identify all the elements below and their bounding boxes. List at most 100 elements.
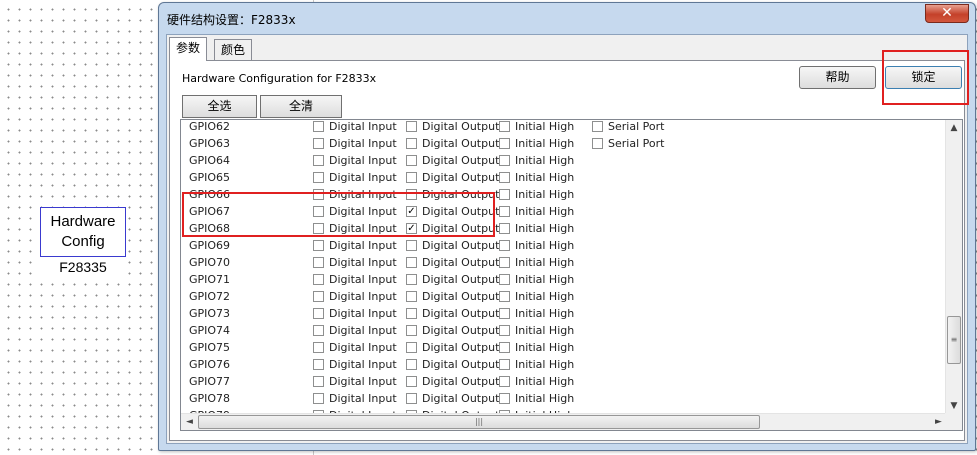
digital-output-label: Digital Output [422, 120, 500, 133]
digital-output-checkbox[interactable] [406, 308, 417, 319]
initial-high-checkbox[interactable] [499, 189, 510, 200]
digital-output-checkbox[interactable] [406, 376, 417, 387]
digital-output-checkbox[interactable] [406, 359, 417, 370]
digital-input-checkbox[interactable] [313, 121, 324, 132]
gpio-name: GPIO72 [189, 290, 231, 303]
digital-input-checkbox[interactable] [313, 291, 324, 302]
digital-output-checkbox[interactable]: ✓ [406, 223, 417, 234]
digital-output-checkbox[interactable]: ✓ [406, 206, 417, 217]
block-line2: Config [61, 233, 105, 250]
digital-input-checkbox[interactable] [313, 376, 324, 387]
dialog-titlebar[interactable]: 硬件结构设置：F2833x ✕ [159, 3, 975, 31]
gpio-row: GPIO65 Digital Input Digital Output Initial… [181, 169, 943, 186]
gpio-row: GPIO73 Digital Input Digital Output Initial… [181, 305, 943, 322]
initial-high-checkbox[interactable] [499, 240, 510, 251]
digital-input-checkbox[interactable] [313, 223, 324, 234]
lock-button[interactable]: 锁定 [885, 66, 962, 89]
tab-parameters[interactable]: 参数 [169, 37, 208, 61]
tab-colors[interactable]: 颜色 [214, 39, 253, 60]
digital-output-checkbox[interactable] [406, 291, 417, 302]
hardware-config-block[interactable]: Hardware Config [40, 207, 126, 257]
horizontal-scroll-thumb[interactable]: ||| [198, 415, 760, 429]
close-button[interactable]: ✕ [925, 4, 969, 23]
initial-high-checkbox[interactable] [499, 359, 510, 370]
serial-port-label: Serial Port [608, 137, 665, 150]
digital-input-checkbox[interactable] [313, 206, 324, 217]
digital-input-checkbox[interactable] [313, 342, 324, 353]
initial-high-checkbox[interactable] [499, 223, 510, 234]
digital-input-label: Digital Input [329, 341, 397, 354]
hardware-config-dialog: 硬件结构设置：F2833x ✕ 参数 颜色 Hardware Configura… [158, 2, 976, 451]
clear-all-button[interactable]: 全清 [260, 95, 342, 118]
digital-input-checkbox[interactable] [313, 189, 324, 200]
initial-high-checkbox[interactable] [499, 376, 510, 387]
scroll-corner [945, 413, 962, 430]
initial-high-checkbox[interactable] [499, 155, 510, 166]
digital-input-checkbox[interactable] [313, 240, 324, 251]
initial-high-checkbox[interactable] [499, 121, 510, 132]
vertical-scrollbar[interactable]: ▲ ≡ ▼ [945, 120, 962, 415]
vertical-scroll-thumb[interactable]: ≡ [947, 316, 961, 364]
initial-high-label: Initial High [515, 273, 575, 286]
digital-input-checkbox[interactable] [313, 325, 324, 336]
digital-input-checkbox[interactable] [313, 274, 324, 285]
scroll-up-icon[interactable]: ▲ [946, 120, 962, 137]
digital-input-checkbox[interactable] [313, 155, 324, 166]
digital-output-checkbox[interactable] [406, 325, 417, 336]
help-button[interactable]: 帮助 [799, 66, 876, 89]
serial-port-label: Serial Port [608, 120, 665, 133]
initial-high-checkbox[interactable] [499, 342, 510, 353]
digital-input-checkbox[interactable] [313, 257, 324, 268]
digital-output-checkbox[interactable] [406, 257, 417, 268]
initial-high-checkbox[interactable] [499, 138, 510, 149]
gpio-row: GPIO69 Digital Input Digital Output Initial… [181, 237, 943, 254]
initial-high-checkbox[interactable] [499, 325, 510, 336]
digital-output-checkbox[interactable] [406, 121, 417, 132]
digital-output-checkbox[interactable] [406, 393, 417, 404]
initial-high-checkbox[interactable] [499, 308, 510, 319]
initial-high-checkbox[interactable] [499, 274, 510, 285]
block-subtitle: F28335 [40, 259, 126, 275]
gpio-row: GPIO74 Digital Input Digital Output Initial… [181, 322, 943, 339]
initial-high-checkbox[interactable] [499, 257, 510, 268]
gpio-name: GPIO70 [189, 256, 231, 269]
digital-input-checkbox[interactable] [313, 359, 324, 370]
gpio-name: GPIO74 [189, 324, 231, 337]
digital-output-checkbox[interactable] [406, 240, 417, 251]
serial-port-checkbox[interactable] [592, 138, 603, 149]
gpio-name: GPIO67 [189, 205, 231, 218]
initial-high-checkbox[interactable] [499, 291, 510, 302]
digital-input-checkbox[interactable] [313, 172, 324, 183]
digital-output-checkbox[interactable] [406, 189, 417, 200]
serial-port-checkbox[interactable] [592, 121, 603, 132]
digital-input-checkbox[interactable] [313, 308, 324, 319]
digital-output-label: Digital Output [422, 239, 500, 252]
digital-input-checkbox[interactable] [313, 393, 324, 404]
gpio-name: GPIO77 [189, 375, 231, 388]
initial-high-label: Initial High [515, 154, 575, 167]
gpio-name: GPIO63 [189, 137, 231, 150]
select-all-button[interactable]: 全选 [182, 95, 257, 118]
digital-output-checkbox[interactable] [406, 274, 417, 285]
gpio-name: GPIO78 [189, 392, 231, 405]
gpio-row: GPIO76 Digital Input Digital Output Initial… [181, 356, 943, 373]
initial-high-checkbox[interactable] [499, 172, 510, 183]
gpio-row: GPIO71 Digital Input Digital Output Initial… [181, 271, 943, 288]
digital-output-checkbox[interactable] [406, 342, 417, 353]
gpio-row: GPIO63 Digital Input Digital Output Initial… [181, 135, 943, 152]
hardware-config-label: Hardware Configuration for F2833x [182, 72, 377, 85]
digital-output-checkbox[interactable] [406, 138, 417, 149]
digital-output-checkbox[interactable] [406, 172, 417, 183]
gpio-row: GPIO70 Digital Input Digital Output Initial… [181, 254, 943, 271]
digital-output-checkbox[interactable] [406, 155, 417, 166]
gpio-name: GPIO71 [189, 273, 231, 286]
digital-output-label: Digital Output [422, 375, 500, 388]
horizontal-scrollbar[interactable]: ◄ ||| ► [181, 413, 947, 430]
digital-output-label: Digital Output [422, 188, 500, 201]
initial-high-checkbox[interactable] [499, 393, 510, 404]
initial-high-label: Initial High [515, 205, 575, 218]
initial-high-checkbox[interactable] [499, 206, 510, 217]
digital-input-checkbox[interactable] [313, 138, 324, 149]
scroll-left-icon[interactable]: ◄ [181, 414, 198, 430]
initial-high-label: Initial High [515, 375, 575, 388]
